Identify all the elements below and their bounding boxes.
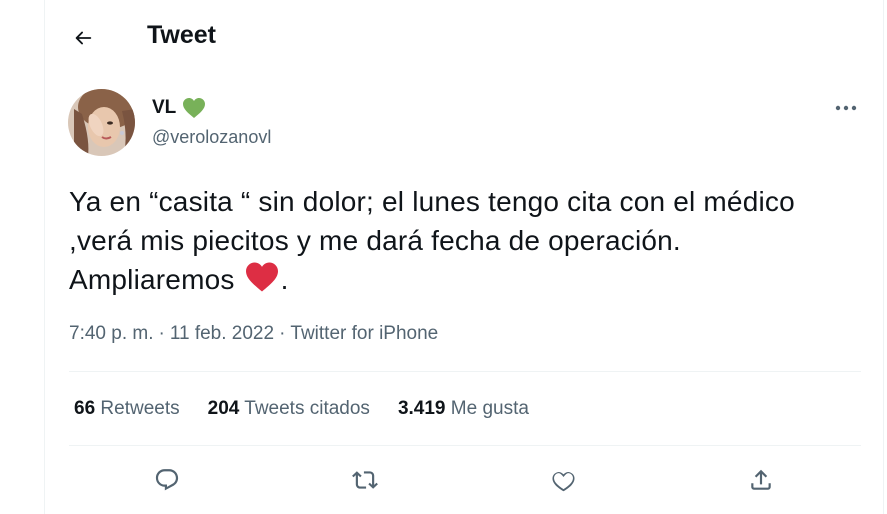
more-options-button[interactable] bbox=[830, 96, 862, 120]
quotes-count: 204 bbox=[207, 398, 240, 419]
page-title: Tweet bbox=[147, 21, 216, 49]
arrow-left-icon bbox=[75, 31, 92, 45]
meta-separator: · bbox=[279, 323, 286, 344]
author-name[interactable]: VL bbox=[152, 97, 206, 119]
author-handle[interactable]: @verolozanovl bbox=[152, 127, 271, 148]
tweet-text: Ya en “casita “ sin dolor; el lunes teng… bbox=[69, 182, 809, 299]
more-icon bbox=[835, 105, 857, 111]
like-icon bbox=[551, 471, 575, 491]
retweets-stat[interactable]: 66 Retweets bbox=[74, 398, 180, 420]
quotes-stat[interactable]: 204 Tweets citados bbox=[208, 398, 370, 420]
green-heart-icon bbox=[183, 98, 206, 118]
divider bbox=[69, 445, 861, 446]
tweet-meta: 7:40 p. m. · 11 feb. 2022 · Twitter for … bbox=[69, 323, 438, 345]
retweets-count: 66 bbox=[74, 398, 96, 419]
meta-separator: · bbox=[158, 323, 165, 344]
reply-button[interactable] bbox=[147, 460, 187, 500]
red-heart-icon bbox=[245, 262, 278, 292]
tweet-time[interactable]: 7:40 p. m. bbox=[69, 323, 154, 345]
tweet-stats: 66 Retweets 204 Tweets citados 3.419 Me … bbox=[74, 398, 529, 420]
author-name-text: VL bbox=[152, 97, 177, 118]
likes-count: 3.419 bbox=[397, 398, 446, 419]
back-button[interactable] bbox=[65, 20, 101, 56]
retweet-button[interactable] bbox=[345, 460, 385, 500]
tweet-column: Tweet VL @verolozanovl Ya en “casita “ s… bbox=[44, 0, 884, 514]
quotes-label: Tweets citados bbox=[244, 398, 370, 419]
divider bbox=[69, 371, 861, 372]
tweet-source[interactable]: Twitter for iPhone bbox=[290, 323, 438, 345]
reply-icon bbox=[155, 469, 179, 491]
avatar[interactable] bbox=[68, 89, 135, 156]
share-button[interactable] bbox=[741, 460, 781, 500]
share-icon bbox=[751, 469, 771, 490]
tweet-actions bbox=[45, 460, 883, 500]
retweet-icon bbox=[352, 471, 378, 489]
tweet-date[interactable]: 11 feb. 2022 bbox=[170, 323, 274, 345]
like-button[interactable] bbox=[543, 460, 583, 500]
tweet-body: Ya en “casita “ sin dolor; el lunes teng… bbox=[69, 186, 795, 295]
likes-stat[interactable]: 3.419 Me gusta bbox=[398, 398, 529, 420]
retweets-label: Retweets bbox=[100, 398, 180, 419]
likes-label: Me gusta bbox=[450, 398, 529, 419]
tweet-end: . bbox=[280, 264, 289, 295]
header: Tweet bbox=[45, 0, 883, 74]
